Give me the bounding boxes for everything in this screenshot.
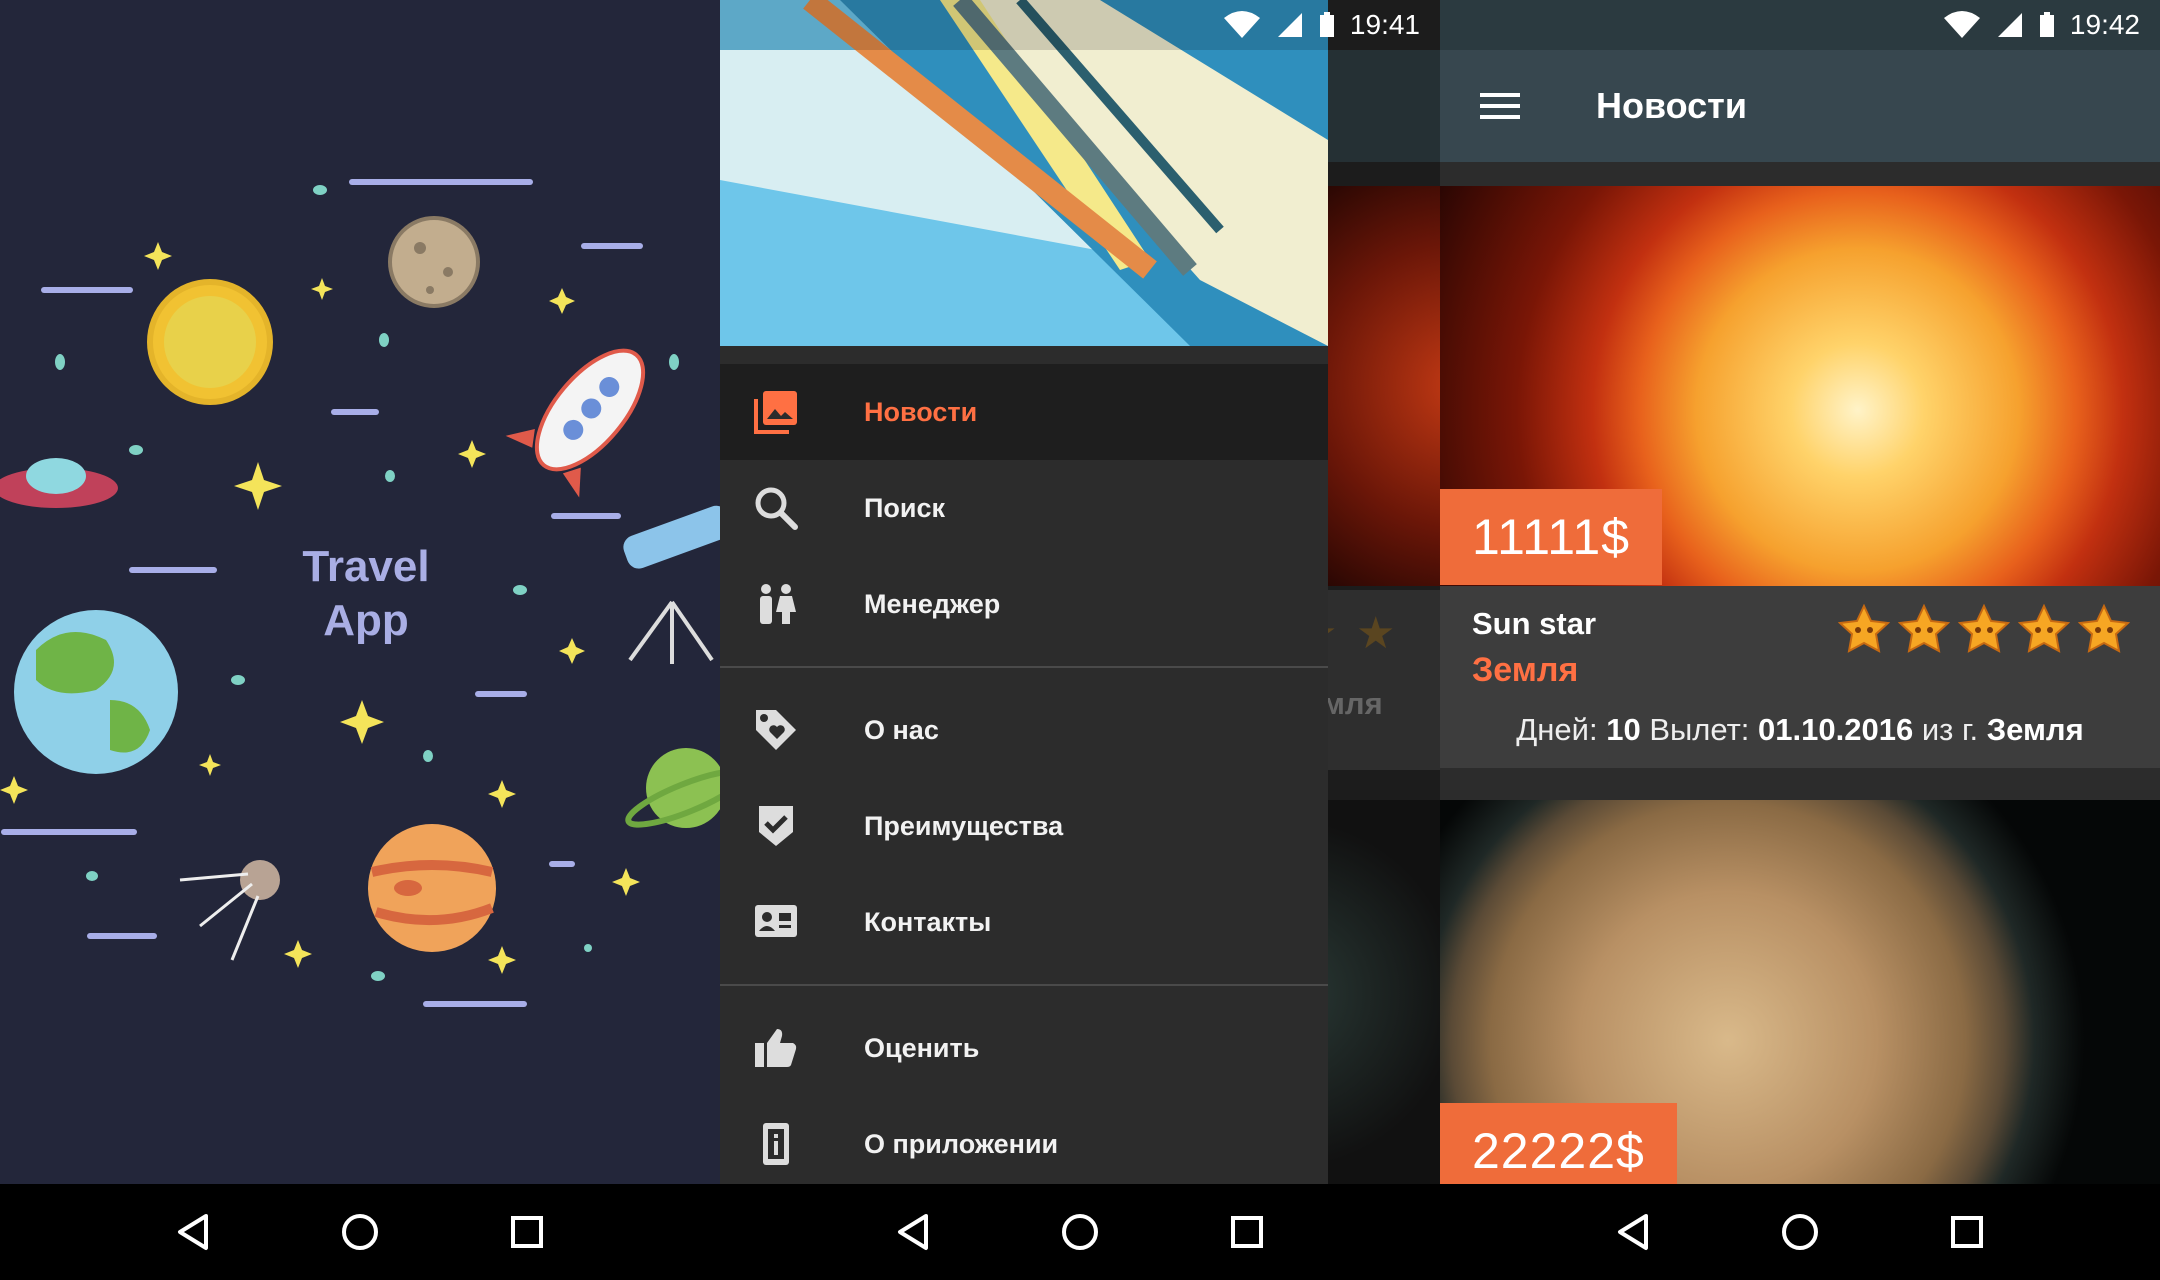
recents-button[interactable] [1217, 1202, 1277, 1262]
menu-label-about-app: О приложении [864, 1128, 1059, 1159]
recents-square-icon [510, 1216, 543, 1248]
status-time: 19:41 [1349, 9, 1420, 40]
page-title: Новости [1596, 85, 1747, 126]
news-screen: 19:42 Новости 11111$ Sun star Земля Дней… [1440, 0, 2160, 1280]
sun-icon [147, 279, 273, 405]
menu-item-manager[interactable]: Менеджер [720, 556, 1328, 652]
price-badge: 11111$ [1440, 489, 1663, 585]
battery-icon [1319, 12, 1334, 37]
status-bar: 19:42 [1942, 0, 2160, 50]
menu-item-about-us[interactable]: О нас [720, 682, 1328, 778]
menu-item-advantages[interactable]: Преимущества [720, 778, 1328, 874]
star-icon [1958, 604, 2010, 653]
home-circle-icon [1781, 1214, 1818, 1250]
star-icon [1898, 604, 1950, 653]
menu-divider [720, 666, 1328, 668]
tag-heart-icon [750, 704, 802, 756]
drawer-screen: ★ ★ мля Новости [720, 0, 1440, 1280]
recents-button[interactable] [497, 1202, 557, 1262]
menu-label-manager: Менеджер [864, 588, 1001, 619]
tour-card[interactable]: 11111$ Sun star Земля Дней: 10 Вылет: 01… [1440, 186, 2160, 768]
status-time: 19:42 [2069, 9, 2140, 40]
back-triangle-icon [1618, 1214, 1649, 1250]
from-label: из г. [1921, 712, 1979, 747]
content-behind-scrim[interactable]: ★ ★ мля [1298, 0, 1440, 1280]
menu-label-contacts: Контакты [864, 906, 992, 937]
drawer-header-image [720, 0, 1328, 346]
drawer-menu: Новости Поиск Менеджер О нас Преимуществ… [720, 346, 1328, 1184]
search-icon [750, 482, 802, 534]
app-title: Travel App [296, 540, 436, 648]
verified-shield-icon [750, 800, 802, 852]
home-button[interactable] [1770, 1202, 1830, 1262]
home-button[interactable] [1050, 1202, 1110, 1262]
splash-screen: Travel App [0, 0, 720, 1280]
contact-card-icon [750, 896, 802, 948]
wifi-icon [1223, 11, 1260, 38]
system-navigation-bar [720, 1184, 1440, 1280]
status-bar: 19:41 [1222, 0, 1440, 50]
cell-signal-icon [1277, 13, 1302, 37]
menu-item-about-app[interactable]: О приложении [720, 1096, 1328, 1192]
star-icon: ★ [1356, 609, 1396, 658]
recents-square-icon [1230, 1216, 1263, 1248]
photo-library-icon [750, 386, 802, 438]
star-icon [2018, 604, 2070, 653]
cell-signal-icon [1997, 13, 2022, 37]
tour-card[interactable]: 22222$ [1440, 800, 2160, 1188]
tour-destination: Земля [1472, 651, 1579, 689]
menu-hamburger-button[interactable] [1472, 78, 1528, 134]
home-circle-icon [341, 1214, 378, 1250]
menu-label-search: Поиск [864, 492, 946, 523]
thumb-up-icon [750, 1022, 802, 1074]
rating-stars [1838, 604, 2130, 654]
tour-name: Sun star [1472, 606, 1597, 641]
place-fragment: мля [1322, 686, 1383, 721]
departure-label: Вылет: [1649, 712, 1750, 747]
system-navigation-bar [0, 1184, 720, 1280]
menu-item-rate[interactable]: Оценить [720, 1000, 1328, 1096]
jupiter-icon [368, 824, 496, 952]
menu-item-news[interactable]: Новости [720, 364, 1328, 460]
app-title-line1: Travel [302, 542, 430, 591]
menu-item-contacts[interactable]: Контакты [720, 874, 1328, 970]
days-value: 10 [1606, 712, 1641, 747]
menu-divider [720, 984, 1328, 986]
back-button[interactable] [1603, 1202, 1663, 1262]
menu-label-advantages: Преимущества [864, 810, 1064, 841]
home-button[interactable] [330, 1202, 390, 1262]
battery-icon [2039, 12, 2054, 37]
menu-item-search[interactable]: Поиск [720, 460, 1328, 556]
app-title-line2: App [323, 596, 409, 645]
app-bar: Новости [1440, 50, 2160, 162]
back-button[interactable] [163, 1202, 223, 1262]
info-phone-icon [750, 1118, 802, 1170]
material-wallpaper [720, 0, 1328, 346]
price-badge: 22222$ [1440, 1103, 1677, 1188]
departure-city: Земля [1986, 712, 2084, 747]
recents-square-icon [1950, 1216, 1983, 1248]
home-circle-icon [1061, 1214, 1098, 1250]
back-triangle-icon [178, 1214, 209, 1250]
menu-label-news: Новости [864, 396, 978, 427]
days-label: Дней: [1516, 712, 1598, 747]
departure-date: 01.10.2016 [1758, 712, 1914, 747]
back-button[interactable] [883, 1202, 943, 1262]
earth-icon [14, 610, 178, 774]
system-navigation-bar [1440, 1184, 2160, 1280]
back-triangle-icon [898, 1214, 929, 1250]
tour-details: Дней: 10 Вылет: 01.10.2016 из г. Земля [1440, 712, 2160, 748]
wifi-icon [1943, 11, 1980, 38]
menu-label-rate: Оценить [864, 1032, 980, 1063]
recents-button[interactable] [1937, 1202, 1997, 1262]
star-icon [2078, 604, 2130, 653]
hamburger-icon [1480, 93, 1520, 119]
star-icon [1838, 604, 1890, 653]
menu-label-about-us: О нас [864, 714, 939, 745]
people-icon [750, 578, 802, 630]
